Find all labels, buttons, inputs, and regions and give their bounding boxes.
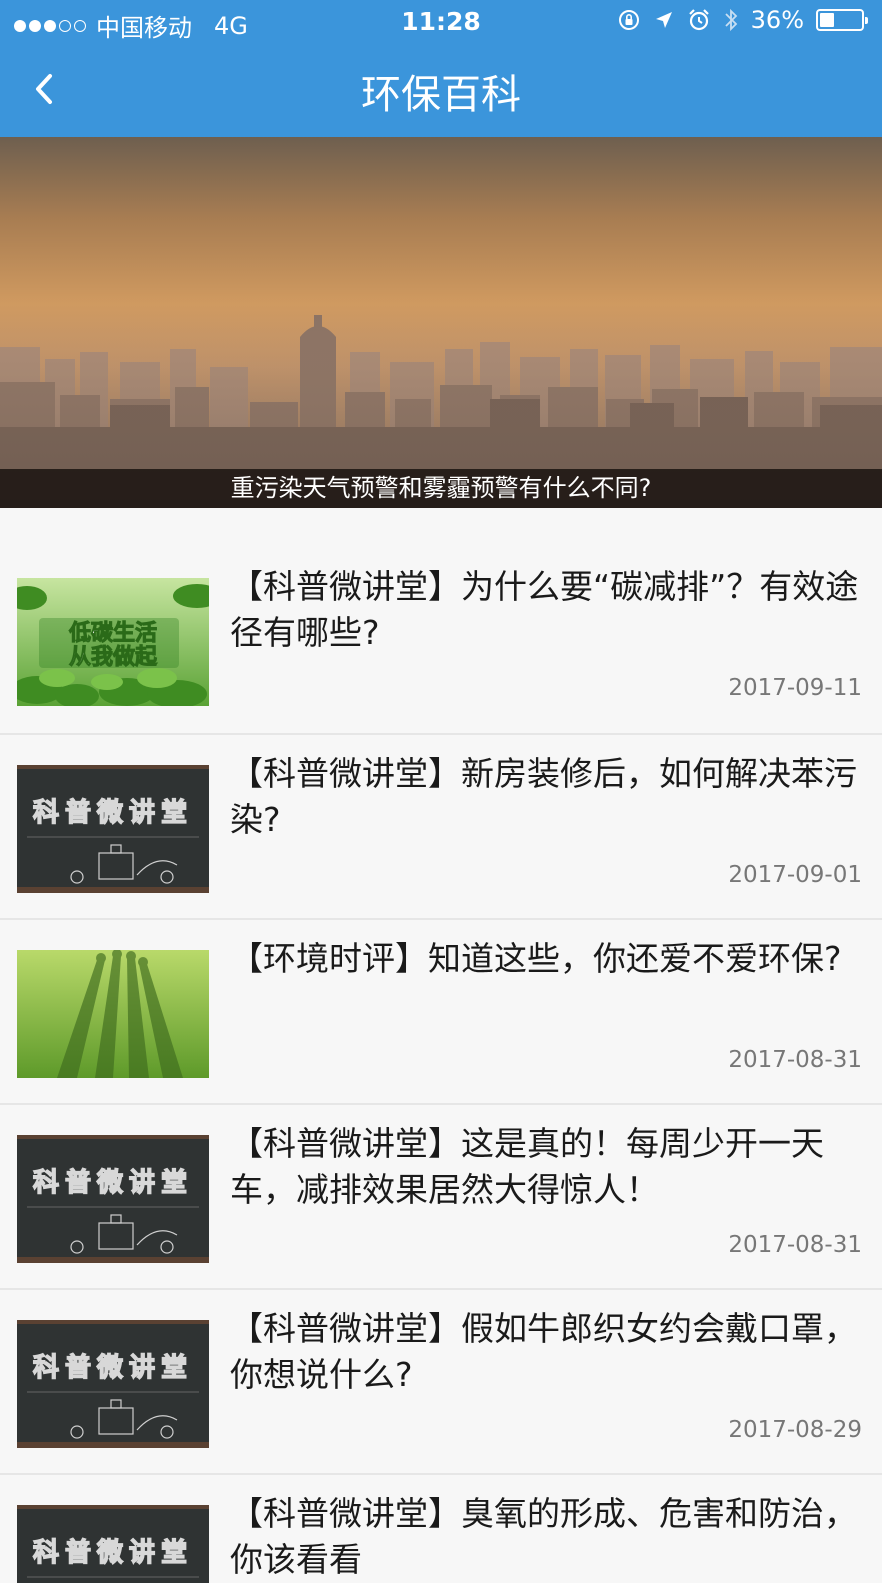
page-title: 环保百科 <box>361 72 521 118</box>
orientation-lock-icon <box>618 10 639 30</box>
alarm-icon <box>688 9 709 31</box>
thumb-text-line2: 从我做起 <box>69 644 158 670</box>
featured-banner[interactable]: 重污染天气预警和雾霾预警有什么不同? <box>0 137 882 508</box>
article-thumbnail: 低碳生活 从我做起 <box>17 578 209 706</box>
article-date: 2017-09-11 <box>728 675 862 701</box>
status-right: 36% <box>617 6 868 34</box>
article-thumbnail: 科普微讲堂 <box>17 1135 209 1263</box>
article-thumbnail: 科普微讲堂 <box>17 1320 209 1448</box>
article-title: 【科普微讲堂】为什么要“碳减排”？有效途径有哪些? <box>230 567 859 652</box>
list-item[interactable]: 科普微讲堂 【科普微讲堂】臭氧的形成、危害和防治，你该看看 <box>0 1475 882 1583</box>
thumb-text-line1: 低碳生活 <box>68 621 157 646</box>
app-header: 中国移动 4G 11:28 36% 环保百科 <box>0 0 882 137</box>
article-title: 【科普微讲堂】新房装修后，如何解决苯污染? <box>230 754 857 839</box>
thumb-text: 科普微讲堂 <box>33 1537 193 1568</box>
list-item[interactable]: 科普微讲堂 【科普微讲堂】假如牛郎织女约会戴口罩，你想说什么? 2017-08-… <box>0 1290 882 1475</box>
article-date: 2017-08-31 <box>728 1047 862 1073</box>
thumb-text: 科普微讲堂 <box>33 797 193 828</box>
bluetooth-icon <box>725 8 737 32</box>
nav-bar: 环保百科 <box>0 44 882 137</box>
article-thumbnail <box>17 950 209 1078</box>
article-date: 2017-08-31 <box>728 1232 862 1258</box>
article-title: 【科普微讲堂】臭氧的形成、危害和防治，你该看看 <box>230 1494 857 1579</box>
list-item[interactable]: 科普微讲堂 【科普微讲堂】新房装修后，如何解决苯污染? 2017-09-01 <box>0 735 882 920</box>
status-bar: 中国移动 4G 11:28 36% <box>0 0 882 44</box>
battery-level <box>820 13 835 27</box>
thumb-text: 科普微讲堂 <box>33 1167 193 1198</box>
list-item[interactable]: 科普微讲堂 【科普微讲堂】这是真的！每周少开一天车，减排效果居然大得惊人！ 20… <box>0 1105 882 1290</box>
article-date: 2017-08-29 <box>728 1417 862 1443</box>
battery-icon <box>816 9 868 31</box>
list-item[interactable]: 【环境时评】知道这些，你还爱不爱环保? 2017-08-31 <box>0 920 882 1105</box>
article-title: 【科普微讲堂】这是真的！每周少开一天车，减排效果居然大得惊人！ <box>230 1124 824 1209</box>
article-date: 2017-09-01 <box>728 862 862 888</box>
banner-image <box>0 137 882 508</box>
battery-percent: 36% <box>750 6 804 34</box>
article-title: 【环境时评】知道这些，你还爱不爱环保? <box>230 939 842 978</box>
article-title: 【科普微讲堂】假如牛郎织女约会戴口罩，你想说什么? <box>230 1309 857 1394</box>
article-list: 低碳生活 从我做起 【科普微讲堂】为什么要“碳减排”？有效途径有哪些? 2017… <box>0 548 882 1583</box>
location-icon <box>655 12 672 28</box>
article-thumbnail: 科普微讲堂 <box>17 1505 209 1583</box>
article-thumbnail: 科普微讲堂 <box>17 765 209 893</box>
thumb-text: 科普微讲堂 <box>33 1352 193 1383</box>
list-item[interactable]: 低碳生活 从我做起 【科普微讲堂】为什么要“碳减排”？有效途径有哪些? 2017… <box>0 548 882 735</box>
banner-caption: 重污染天气预警和雾霾预警有什么不同? <box>0 469 882 508</box>
